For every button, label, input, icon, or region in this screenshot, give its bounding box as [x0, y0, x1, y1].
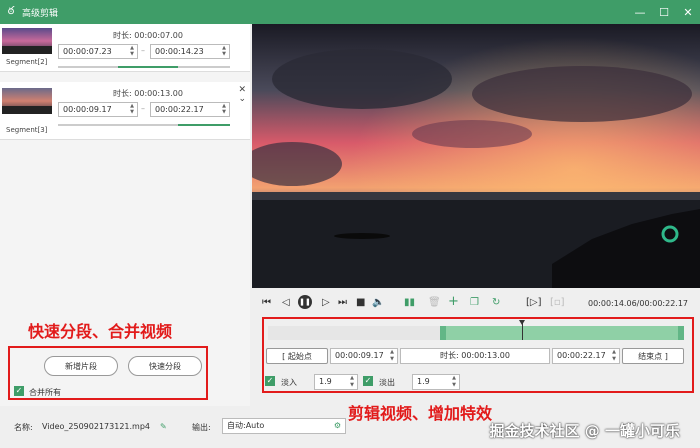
file-name: Video_250902173121.mp4 [42, 422, 150, 431]
spinner-icon[interactable]: ▲ ▼ [127, 45, 137, 58]
segment-label: Segment[2] [6, 58, 48, 66]
minimize-icon[interactable]: — [628, 0, 652, 24]
fade-in-label: 淡入 [281, 378, 297, 387]
end-time-field[interactable]: 00:00:22.17 ▲ ▼ [552, 348, 620, 364]
segment-item-selected[interactable]: Segment[3] 时长: 00:00:13.00 00:00:09.17 ▲ ▼… [0, 82, 250, 140]
spinner-icon[interactable]: ▲ ▼ [609, 349, 619, 363]
annotation-left: 快速分段、合并视频 [28, 322, 173, 341]
spinner-icon[interactable]: ▲ ▼ [449, 375, 459, 389]
refresh-icon[interactable]: ↻ [492, 297, 500, 308]
segment-start-field[interactable]: 00:00:09.17 ▲ ▼ [58, 102, 138, 117]
gear-icon[interactable]: ⚙ [334, 419, 341, 433]
range-separator: – [141, 46, 145, 55]
mark-in-icon[interactable]: [▷] [526, 297, 542, 308]
fade-out-checkbox[interactable]: ✓ [363, 376, 373, 386]
segment-end-field[interactable]: 00:00:22.17 ▲ ▼ [150, 102, 230, 117]
fade-in-field[interactable]: 1.9 ▲ ▼ [314, 374, 358, 390]
mark-out-icon[interactable]: [▫] [550, 297, 565, 308]
delete-icon[interactable]: 🗑 [428, 297, 441, 308]
volume-icon[interactable]: 🔈 [372, 297, 384, 308]
output-label: 输出: [192, 423, 211, 432]
skip-start-icon[interactable]: ⏮ [262, 297, 271, 308]
output-select[interactable]: 自动:Auto ⚙ [222, 418, 346, 434]
merge-all-checkbox[interactable]: ✓ [14, 386, 24, 396]
spinner-icon[interactable]: ▲ ▼ [219, 103, 229, 116]
spinner-icon[interactable]: ▲ ▼ [387, 349, 397, 363]
segment-item[interactable]: Segment[2] 时长: 00:00:07.00 00:00:07.23 ▲ ▼… [0, 24, 250, 72]
edit-icon[interactable]: ✎ [160, 422, 167, 431]
window-controls: — ☐ ✕ [628, 0, 700, 24]
fade-out-label: 淡出 [379, 378, 395, 387]
segment-track [58, 124, 230, 126]
segment-track [58, 66, 230, 68]
segment-thumbnail [2, 88, 52, 114]
name-label: 名称: [14, 423, 33, 432]
skip-end-icon[interactable]: ⏭ [338, 297, 347, 308]
merge-all-label: 合并所有 [29, 388, 61, 397]
fade-in-checkbox[interactable]: ✓ [265, 376, 275, 386]
timeline-track[interactable] [268, 320, 684, 340]
segment-duration: 时长: 00:00:13.00 [113, 89, 183, 98]
title-bar: ఠ 高级剪辑 — ☐ ✕ [0, 0, 700, 24]
player-controls: ⏮ ◁ ❚❚ ▷ ⏭ ■ 🔈 ▮▮ 🗑 + ❐ ↻ [▷] [▫] 00:00:… [252, 291, 700, 315]
time-readout: 00:00:14.06/00:00:22.17 [588, 299, 688, 308]
maximize-icon[interactable]: ☐ [652, 0, 676, 24]
timeline-selection[interactable] [440, 326, 684, 340]
set-end-button[interactable]: 结束点 ] [622, 348, 684, 364]
add-icon[interactable]: + [448, 294, 459, 309]
spinner-icon[interactable]: ▲ ▼ [127, 103, 137, 116]
watermark: 掘金技术社区 @ 一罐小可乐 [489, 422, 680, 440]
pause-icon[interactable]: ❚❚ [298, 295, 312, 309]
segment-start-field[interactable]: 00:00:07.23 ▲ ▼ [58, 44, 138, 59]
add-segment-button[interactable]: 新增片段 [44, 356, 118, 376]
spinner-icon[interactable]: ▲ ▼ [219, 45, 229, 58]
segment-actions: ✕ ⌄ [238, 86, 246, 104]
quick-split-button[interactable]: 快速分段 [128, 356, 202, 376]
chevron-down-icon[interactable]: ⌄ [238, 95, 246, 104]
fade-out-field[interactable]: 1.9 ▲ ▼ [412, 374, 460, 390]
playhead[interactable] [519, 320, 525, 340]
duration-field: 时长: 00:00:13.00 [400, 348, 550, 364]
step-back-icon[interactable]: ◁ [282, 297, 290, 308]
segment-label: Segment[3] [6, 126, 48, 134]
spinner-icon[interactable]: ▲ ▼ [347, 375, 357, 389]
copy-icon[interactable]: ❐ [470, 297, 479, 308]
app-logo-icon: ఠ [7, 4, 15, 17]
segment-duration: 时长: 00:00:07.00 [113, 31, 183, 40]
window-title: 高级剪辑 [22, 8, 59, 19]
close-icon[interactable]: ✕ [676, 0, 700, 24]
segment-end-field[interactable]: 00:00:14.23 ▲ ▼ [150, 44, 230, 59]
range-separator: – [141, 104, 145, 113]
step-forward-icon[interactable]: ▷ [322, 297, 330, 308]
bottom-bar: 名称: Video_250902173121.mp4 ✎ 输出: 自动:Auto… [0, 412, 700, 448]
split-icon[interactable]: ▮▮ [404, 297, 415, 308]
video-preview[interactable] [252, 24, 700, 288]
segment-thumbnail [2, 28, 52, 54]
start-time-field[interactable]: 00:00:09.17 ▲ ▼ [330, 348, 398, 364]
set-start-button[interactable]: [ 起始点 [266, 348, 328, 364]
stop-icon[interactable]: ■ [356, 297, 365, 308]
